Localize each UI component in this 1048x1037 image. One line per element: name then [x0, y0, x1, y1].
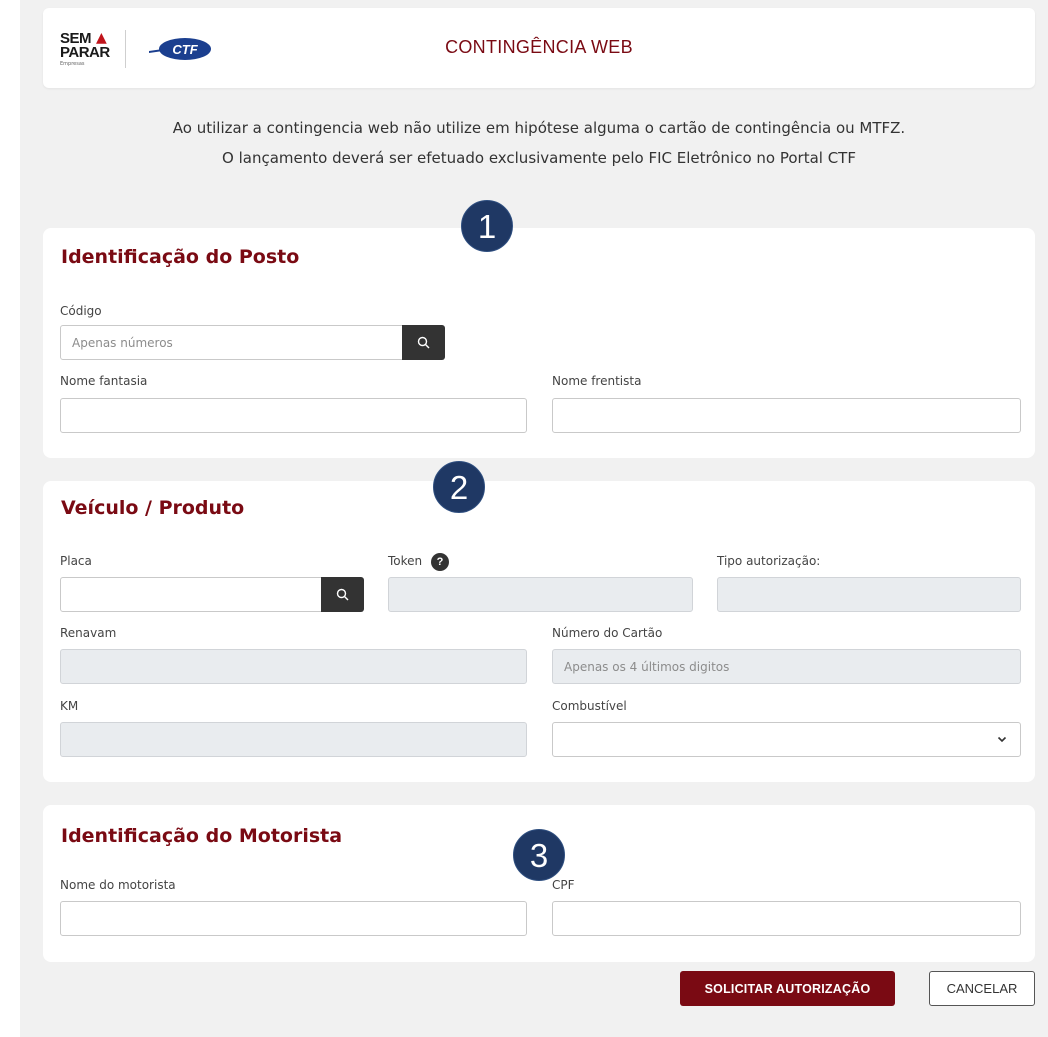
tipo-autorizacao-input	[717, 577, 1021, 612]
step-badge-3: 3	[513, 829, 565, 881]
nome-fantasia-input[interactable]	[60, 398, 527, 433]
cartao-label: Número do Cartão	[552, 626, 663, 640]
combustivel-label: Combustível	[552, 699, 627, 713]
veiculo-card: Veículo / Produto Placa Token ? Tipo aut…	[43, 481, 1035, 782]
token-input	[388, 577, 693, 612]
tipo-autorizacao-label: Tipo autorização:	[717, 554, 821, 568]
posto-title: Identificação do Posto	[61, 246, 300, 268]
chevron-down-icon	[997, 736, 1007, 743]
km-input	[60, 722, 527, 757]
combustivel-select[interactable]	[552, 722, 1021, 757]
renavam-input	[60, 649, 527, 684]
codigo-search-button[interactable]	[402, 325, 445, 360]
km-label: KM	[60, 699, 79, 713]
codigo-input[interactable]	[60, 325, 403, 360]
nome-motorista-input[interactable]	[60, 901, 527, 936]
placa-input[interactable]	[60, 577, 322, 612]
step-badge-1: 1	[461, 200, 513, 252]
logo-empresas-text: Empresas	[60, 61, 85, 67]
nome-frentista-label: Nome frentista	[552, 374, 642, 388]
placa-label: Placa	[60, 554, 92, 568]
notice-line-1: Ao utilizar a contingencia web não utili…	[172, 119, 906, 137]
cpf-label: CPF	[552, 878, 575, 892]
page-header: SEM ▲ PARAR Empresas CTF CONTINGÊNCIA WE…	[43, 8, 1035, 88]
notice-line-2: O lançamento deverá ser efetuado exclusi…	[222, 149, 856, 167]
placa-search-button[interactable]	[321, 577, 364, 612]
step-badge-2: 2	[433, 461, 485, 513]
search-icon	[417, 336, 430, 349]
search-icon	[336, 588, 349, 601]
cancel-button[interactable]: CANCELAR	[929, 971, 1035, 1006]
cartao-input	[552, 649, 1021, 684]
posto-card: Identificação do Posto Código Nome fanta…	[43, 228, 1035, 458]
page-title: CONTINGÊNCIA WEB	[445, 37, 633, 57]
cpf-input[interactable]	[552, 901, 1021, 936]
veiculo-title: Veículo / Produto	[61, 497, 245, 519]
token-label: Token	[388, 554, 423, 568]
solicitar-autorizacao-button[interactable]: SOLICITAR AUTORIZAÇÃO	[680, 971, 895, 1006]
left-edge	[0, 0, 20, 1037]
motorista-title: Identificação do Motorista	[61, 825, 343, 847]
nome-motorista-label: Nome do motorista	[60, 878, 176, 892]
help-icon[interactable]: ?	[431, 553, 449, 571]
codigo-label: Código	[60, 304, 102, 318]
nome-frentista-input[interactable]	[552, 398, 1021, 433]
nome-fantasia-label: Nome fantasia	[60, 374, 148, 388]
renavam-label: Renavam	[60, 626, 117, 640]
